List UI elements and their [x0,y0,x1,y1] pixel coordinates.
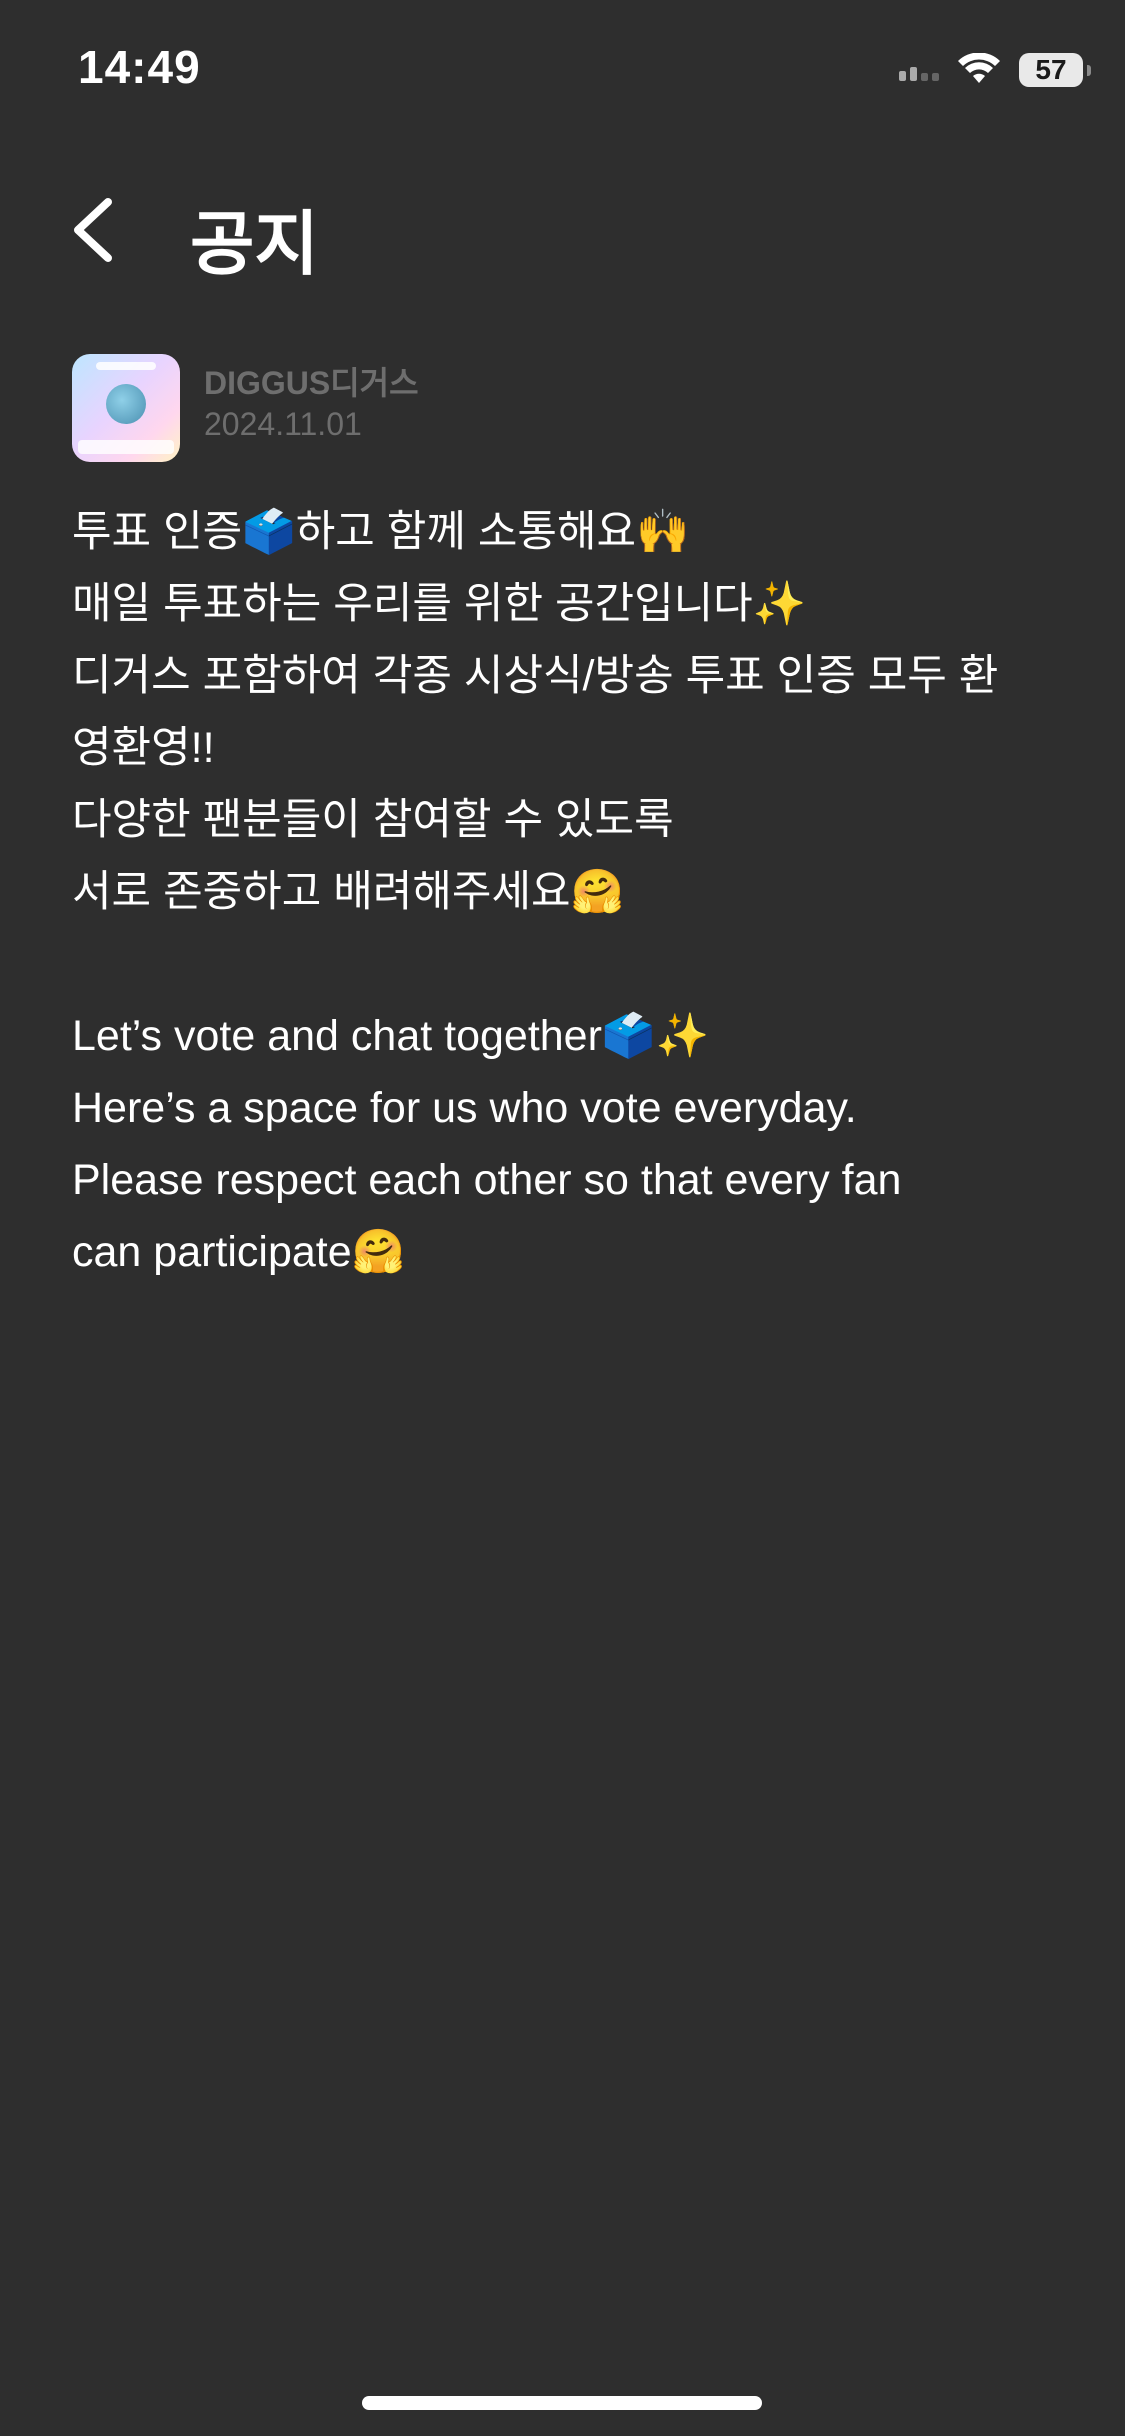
avatar-topbar [96,362,156,370]
status-icons: 57 [899,50,1091,90]
globe-icon [106,384,146,424]
post-line: 서로 존중하고 배려해주세요🤗 [72,868,625,916]
status-time: 14:49 [78,41,201,93]
battery-level: 57 [1035,54,1067,85]
post-line: Let’s vote and chat together🗳️✨ [72,1012,710,1060]
post-line: Here’s a space for us who vote everyday. [72,1084,857,1132]
post-date: 2024.11.01 [204,406,362,442]
home-indicator[interactable] [362,2396,762,2410]
post-body: 투표 인증🗳️하고 함께 소통해요🙌 매일 투표하는 우리를 위한 공간입니다✨… [72,496,1062,1288]
avatar-strip [78,440,174,454]
cellular-signal-icon [899,59,939,81]
avatar[interactable] [72,354,180,462]
post-blank-line [72,928,1062,1000]
post-line: 디거스 포함하여 각종 시상식/방송 투표 인증 모두 환 [72,652,999,700]
back-button[interactable] [62,192,132,268]
page-title: 공지 [190,205,319,283]
battery-icon: 57 [1019,53,1091,87]
post-line: 다양한 팬분들이 참여할 수 있도록 [72,796,674,844]
post-line: Please respect each other so that every … [72,1156,902,1204]
post-line: 투표 인증🗳️하고 함께 소통해요🙌 [72,508,690,556]
post-line: can participate🤗 [72,1228,406,1276]
post-author-row: DIGGUS디거스 2024.11.01 [72,354,1052,464]
post-line: 매일 투표하는 우리를 위한 공간입니다✨ [72,580,807,628]
author-name[interactable]: DIGGUS디거스 [204,358,419,404]
status-bar: 14:49 57 [0,0,1125,140]
wifi-icon [958,53,1000,83]
nav-header: 공지 [0,180,1125,283]
post-line: 영환영!! [72,724,215,772]
chevron-left-icon [74,198,112,262]
